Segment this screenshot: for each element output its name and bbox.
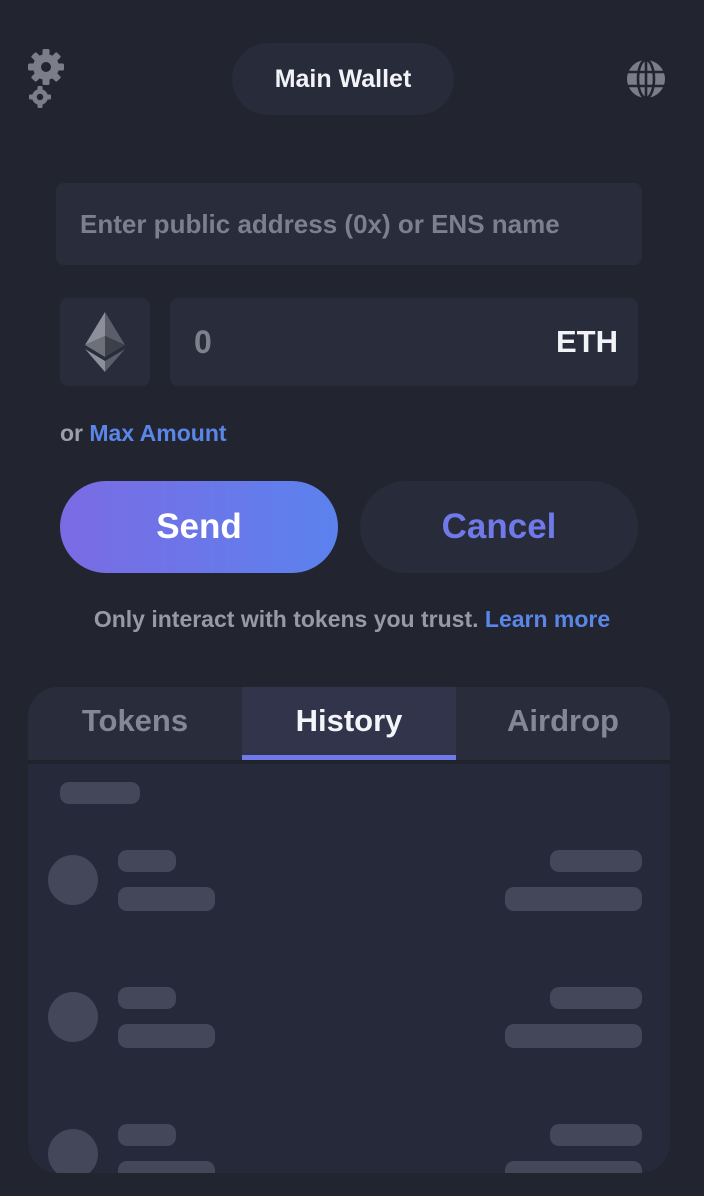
skeleton-title <box>118 850 176 872</box>
max-amount-prefix: or <box>60 420 83 446</box>
skeleton-avatar <box>48 992 98 1042</box>
tab-history[interactable]: History <box>242 687 456 760</box>
skeleton-date-header <box>60 782 140 804</box>
amount-unit: ETH <box>556 324 618 359</box>
tab-bar: Tokens History Airdrop <box>28 687 670 760</box>
skeleton-title <box>118 1124 176 1146</box>
ethereum-icon <box>85 312 125 372</box>
trust-notice-text: Only interact with tokens you trust. <box>93 606 479 632</box>
assets-panel: Tokens History Airdrop <box>28 687 670 1173</box>
amount-input[interactable] <box>170 298 530 386</box>
skeleton-amount <box>550 1124 642 1146</box>
network-button[interactable] <box>624 57 668 101</box>
amount-field: ETH <box>170 298 638 386</box>
tab-divider <box>28 760 670 764</box>
tab-tokens[interactable]: Tokens <box>28 687 242 760</box>
tab-airdrop[interactable]: Airdrop <box>456 687 670 760</box>
skeleton-avatar <box>48 855 98 905</box>
skeleton-amount <box>550 987 642 1009</box>
max-amount-row: or Max Amount <box>60 420 227 447</box>
settings-button[interactable] <box>22 46 72 112</box>
recipient-address-input[interactable] <box>56 183 642 265</box>
learn-more-link[interactable]: Learn more <box>485 606 610 632</box>
skeleton-subtitle <box>118 1161 215 1173</box>
trust-notice: Only interact with tokens you trust. Lea… <box>0 606 704 633</box>
skeleton-amount <box>550 850 642 872</box>
wallet-selector[interactable]: Main Wallet <box>232 43 454 115</box>
skeleton-subtitle <box>118 887 215 911</box>
skeleton-amount-sub <box>505 1161 642 1173</box>
skeleton-amount-sub <box>505 1024 642 1048</box>
skeleton-title <box>118 987 176 1009</box>
wallet-name: Main Wallet <box>274 64 412 93</box>
max-amount-link[interactable]: Max Amount <box>89 420 226 446</box>
cancel-button[interactable]: Cancel <box>360 481 638 573</box>
globe-icon <box>627 58 665 100</box>
skeleton-amount-sub <box>505 887 642 911</box>
gear-icon <box>28 49 64 108</box>
token-selector[interactable] <box>60 298 150 386</box>
skeleton-avatar <box>48 1129 98 1173</box>
skeleton-subtitle <box>118 1024 215 1048</box>
send-button[interactable]: Send <box>60 481 338 573</box>
